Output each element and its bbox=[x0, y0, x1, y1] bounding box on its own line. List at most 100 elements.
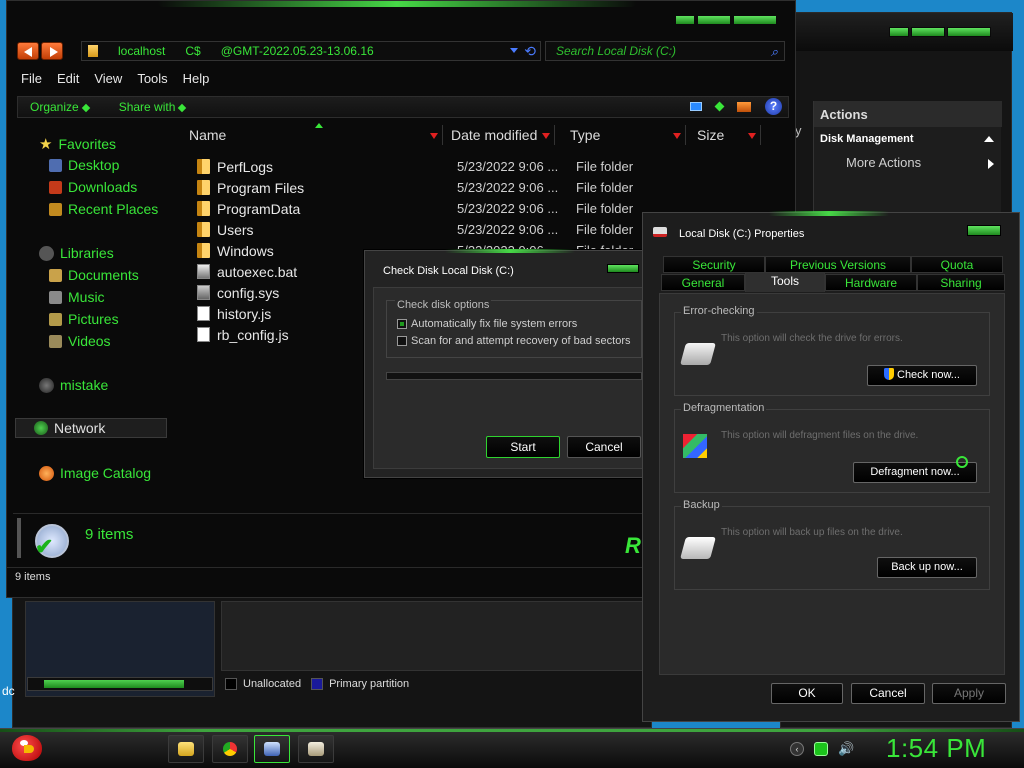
documents-icon bbox=[49, 268, 62, 282]
clock[interactable]: 1:54 PM bbox=[886, 733, 986, 764]
nav-network[interactable]: Network bbox=[15, 418, 167, 438]
ok-button[interactable]: OK bbox=[771, 683, 843, 704]
address-bar[interactable]: localhost C$ @GMT-2022.05.23-13.06.16 ⟲ bbox=[81, 41, 541, 61]
tab-security[interactable]: Security bbox=[663, 256, 765, 273]
explorer-window-controls[interactable] bbox=[675, 15, 781, 27]
fix-errors-label[interactable]: Automatically fix file system errors bbox=[411, 318, 577, 330]
address-dropdown-icon[interactable] bbox=[510, 48, 518, 53]
show-hidden-icons-icon[interactable]: ‹ bbox=[790, 742, 804, 756]
cancel-button[interactable]: Cancel bbox=[851, 683, 925, 704]
cancel-button[interactable]: Cancel bbox=[567, 436, 641, 458]
network-status-icon[interactable] bbox=[814, 742, 828, 756]
nav-mistake[interactable]: mistake bbox=[39, 377, 108, 393]
taskbar-computer-management[interactable] bbox=[254, 735, 290, 763]
breadcrumb-localhost[interactable]: localhost bbox=[118, 44, 165, 58]
col-size[interactable]: Size bbox=[683, 125, 761, 145]
scrollbar-thumb[interactable] bbox=[44, 680, 184, 688]
close-icon[interactable] bbox=[733, 15, 777, 25]
nav-recent-places[interactable]: Recent Places bbox=[49, 201, 158, 217]
more-actions-item[interactable]: More Actions bbox=[844, 153, 994, 175]
back-up-now-button[interactable]: Back up now... bbox=[877, 557, 977, 578]
menu-tools[interactable]: Tools bbox=[137, 71, 167, 91]
nav-documents[interactable]: Documents bbox=[49, 267, 139, 283]
properties-dialog: Local Disk (C:) Properties Security Prev… bbox=[642, 211, 1020, 722]
details-grip[interactable] bbox=[17, 518, 21, 558]
actions-disk-management[interactable]: Disk Management bbox=[814, 129, 1002, 151]
menu-file[interactable]: File bbox=[21, 71, 42, 91]
tab-sharing[interactable]: Sharing bbox=[917, 274, 1005, 291]
close-icon[interactable] bbox=[967, 225, 1001, 236]
search-input[interactable]: Search Local Disk (C:) ⌕ bbox=[545, 41, 785, 61]
breadcrumb-snapshot[interactable]: @GMT-2022.05.23-13.06.16 bbox=[221, 44, 374, 58]
menu-view[interactable]: View bbox=[94, 71, 122, 91]
breadcrumb-c-share[interactable]: C$ bbox=[185, 44, 200, 58]
maximize-icon[interactable] bbox=[697, 15, 731, 25]
tab-quota[interactable]: Quota bbox=[911, 256, 1003, 273]
menu-edit[interactable]: Edit bbox=[57, 71, 79, 91]
taskbar-explorer[interactable] bbox=[168, 735, 204, 763]
col-name[interactable]: Name bbox=[175, 125, 443, 145]
back-button[interactable] bbox=[17, 42, 39, 60]
table-row[interactable]: PerfLogs 5/23/2022 9:06 ... File folder bbox=[175, 156, 775, 177]
nav-music[interactable]: Music bbox=[49, 289, 105, 305]
table-row[interactable]: Program Files 5/23/2022 9:06 ... File fo… bbox=[175, 177, 775, 198]
collapse-icon[interactable] bbox=[984, 136, 994, 142]
computer-management-icon bbox=[264, 742, 280, 756]
nav-image-catalog[interactable]: Image Catalog bbox=[39, 465, 151, 481]
close-icon[interactable] bbox=[607, 264, 639, 273]
start-button[interactable] bbox=[6, 729, 48, 767]
nav-favorites[interactable]: ★ Favorites bbox=[39, 135, 116, 153]
nav-videos[interactable]: Videos bbox=[49, 333, 111, 349]
tab-general[interactable]: General bbox=[661, 274, 745, 291]
menu-bar: File Edit View Tools Help bbox=[7, 71, 797, 91]
file-date: 5/23/2022 9:06 ... bbox=[457, 222, 559, 237]
col-type-label: Type bbox=[570, 127, 601, 143]
fix-errors-checkbox[interactable] bbox=[397, 319, 407, 329]
back-arrow-icon bbox=[24, 47, 32, 57]
preview-pane-icon[interactable] bbox=[737, 101, 751, 112]
scan-sectors-label[interactable]: Scan for and attempt recovery of bad sec… bbox=[411, 335, 631, 347]
batch-file-icon bbox=[197, 264, 210, 279]
command-bar: Organize Share with ? bbox=[17, 96, 789, 118]
backup-icon bbox=[680, 537, 716, 559]
forward-button[interactable] bbox=[41, 42, 63, 60]
apply-button[interactable]: Apply bbox=[932, 683, 1006, 704]
col-type[interactable]: Type bbox=[556, 125, 686, 145]
menu-help[interactable]: Help bbox=[183, 71, 210, 91]
nav-desktop[interactable]: Desktop bbox=[49, 157, 119, 173]
col-date-modified[interactable]: Date modified bbox=[437, 125, 555, 145]
taskbar-chrome[interactable] bbox=[212, 735, 248, 763]
minimize-icon[interactable] bbox=[675, 15, 695, 25]
disk-scrollbar[interactable] bbox=[27, 677, 213, 691]
search-icon[interactable]: ⌕ bbox=[771, 44, 778, 60]
refresh-icon[interactable]: ⟲ bbox=[524, 43, 536, 60]
nav-pictures[interactable]: Pictures bbox=[49, 311, 119, 327]
maximize-icon[interactable] bbox=[911, 27, 945, 37]
column-dropdown-icon[interactable] bbox=[542, 133, 550, 139]
titlebar-glow bbox=[157, 1, 637, 7]
tab-hardware[interactable]: Hardware bbox=[825, 274, 917, 291]
scan-sectors-checkbox[interactable] bbox=[397, 336, 407, 346]
file-name: Program Files bbox=[217, 180, 305, 196]
tab-tools[interactable]: Tools bbox=[745, 272, 825, 292]
volume-icon[interactable]: 🔊 bbox=[838, 742, 854, 756]
minimize-icon[interactable] bbox=[889, 27, 909, 37]
nav-libraries[interactable]: Libraries bbox=[39, 245, 114, 261]
start-button[interactable]: Start bbox=[486, 436, 560, 458]
share-with-button[interactable]: Share with bbox=[119, 100, 187, 114]
folder-icon bbox=[178, 742, 194, 756]
check-now-button[interactable]: Check now... bbox=[867, 365, 977, 386]
column-dropdown-icon[interactable] bbox=[748, 133, 756, 139]
organize-button[interactable]: Organize bbox=[30, 100, 90, 114]
drive-icon bbox=[653, 227, 667, 237]
mgmt-window-controls[interactable] bbox=[889, 27, 999, 39]
help-icon[interactable]: ? bbox=[765, 98, 782, 115]
column-dropdown-icon[interactable] bbox=[673, 133, 681, 139]
hard-drive-icon bbox=[680, 343, 716, 365]
nav-downloads[interactable]: Downloads bbox=[49, 179, 137, 195]
tab-previous-versions[interactable]: Previous Versions bbox=[765, 256, 911, 273]
view-dropdown-icon[interactable] bbox=[714, 101, 725, 112]
view-options-icon[interactable] bbox=[690, 102, 702, 111]
taskbar-app[interactable] bbox=[298, 735, 334, 763]
close-icon[interactable] bbox=[947, 27, 991, 37]
